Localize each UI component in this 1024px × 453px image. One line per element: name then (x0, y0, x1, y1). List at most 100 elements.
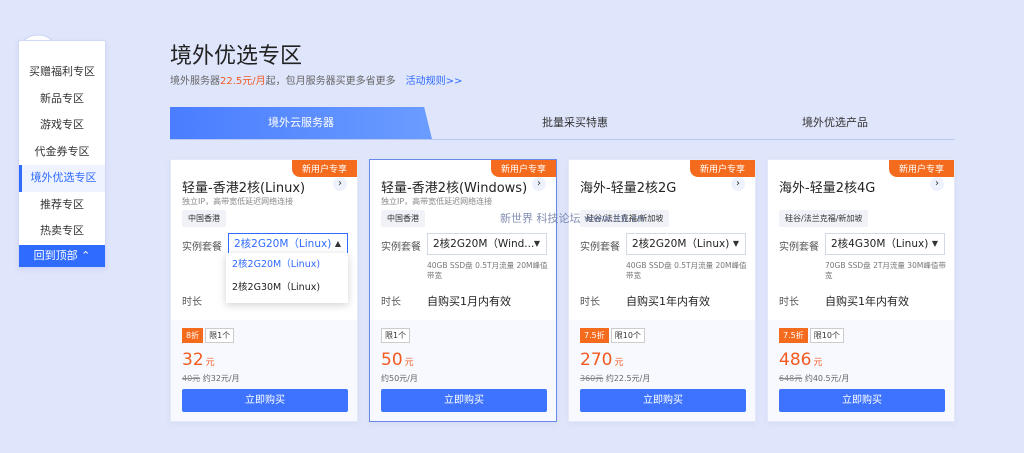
limit-tag: 限1个 (205, 328, 235, 343)
buy-now-button[interactable]: 立即购买 (381, 389, 547, 412)
price: 486 元 (779, 350, 822, 370)
price-value: 486 (779, 350, 812, 370)
spec-label: 实例套餐 (779, 242, 819, 253)
chevron-right-icon[interactable]: › (930, 177, 944, 191)
sidebar-item-voucher[interactable]: 代金券专区 (19, 139, 105, 166)
chevron-up-icon: ⌃ (81, 248, 91, 262)
original-price: 360元 约22.5元/月 (580, 373, 650, 384)
plan-select-value: 2核2G20M（Linux) (234, 238, 332, 250)
duration-value: 自购买1年内有效 (626, 295, 710, 308)
price: 270 元 (580, 350, 623, 370)
page-subtitle: 境外服务器22.5元/月起，包月服务器买更多省更多 活动规则>> (170, 72, 462, 87)
chevron-down-icon: ▼ (931, 239, 938, 248)
original-price: 648元 约40.5元/月 (779, 373, 849, 384)
product-name: 海外-轻量2核2G (580, 181, 677, 196)
discount-tag: 8折 (182, 328, 204, 343)
subtitle-price: 22.5元/月 (220, 76, 266, 87)
product-description: 独立IP，高带宽低延迟网络连接 (182, 197, 294, 206)
duration-label: 时长 (779, 297, 799, 308)
limit-tag: 限10个 (610, 328, 645, 343)
spec-details: 70GB SSD盘 2T月流量 30M峰值带宽 (825, 261, 946, 280)
buy-now-button[interactable]: 立即购买 (182, 389, 348, 412)
region-tag: 硅谷/法兰克福/新加坡 (779, 210, 869, 227)
tag-row: 限1个 (381, 328, 412, 343)
side-nav-items: 买赠福利专区 新品专区 游戏专区 代金券专区 境外优选专区 推荐专区 热卖专区 (19, 41, 105, 245)
spec-label: 实例套餐 (381, 242, 421, 253)
sidebar-item-overseas[interactable]: 境外优选专区 (19, 165, 105, 192)
sidebar-item-game[interactable]: 游戏专区 (19, 112, 105, 139)
discount-tag: 7.5折 (779, 328, 808, 343)
spec-details: 40GB SSD盘 0.5T月流量 20M峰值带宽 (427, 261, 548, 280)
chevron-up-icon: ▲ (334, 239, 341, 248)
subtitle-pre: 境外服务器 (170, 76, 220, 87)
limit-tag: 限1个 (381, 328, 411, 343)
product-card-4: 新用户专享 海外-轻量2核4G › 硅谷/法兰克福/新加坡 实例套餐 2核4G3… (767, 159, 955, 422)
original-price-value: 360元 (580, 374, 604, 383)
discount-tag: 7.5折 (580, 328, 609, 343)
per-month-price: 约50元/月 (381, 374, 418, 383)
category-tabs: 境外云服务器 批量采买特惠 境外优选产品 (170, 107, 955, 140)
dropdown-option[interactable]: 2核2G20M（Linux) (226, 253, 348, 276)
plan-dropdown: 2核2G20M（Linux) 2核2G30M（Linux) (226, 253, 348, 303)
page-title: 境外优选专区 (170, 44, 303, 69)
tag-row: 7.5折 限10个 (779, 328, 846, 343)
side-navigation: 买赠福利专区 新品专区 游戏专区 代金券专区 境外优选专区 推荐专区 热卖专区 … (18, 40, 106, 268)
price-unit: 元 (813, 358, 823, 368)
per-month-price: 约22.5元/月 (605, 374, 651, 383)
product-card-2: 新用户专享 轻量-香港2核(Windows) › 独立IP，高带宽低延迟网络连接… (369, 159, 557, 422)
price: 50 元 (381, 350, 414, 370)
per-month-price: 约40.5元/月 (804, 374, 850, 383)
price-unit: 元 (205, 358, 215, 368)
tag-row: 8折 限1个 (182, 328, 236, 343)
chevron-right-icon[interactable]: › (333, 177, 347, 191)
chevron-right-icon[interactable]: › (731, 177, 745, 191)
original-price: 40元 约32元/月 (182, 373, 240, 384)
dropdown-option[interactable]: 2核2G30M（Linux) (226, 276, 348, 299)
tab-overseas-products[interactable]: 境外优选产品 (715, 107, 955, 139)
back-to-top-label: 回到顶部 (33, 248, 78, 262)
price: 32 元 (182, 350, 215, 370)
tag-row: 7.5折 限10个 (580, 328, 647, 343)
tab-bulk-purchase[interactable]: 批量采买特惠 (455, 107, 695, 139)
new-user-badge: 新用户专享 (689, 160, 755, 177)
plan-select[interactable]: 2核2G20M（Linux) ▲ (228, 233, 348, 255)
price-unit: 元 (404, 358, 414, 368)
buy-now-button[interactable]: 立即购买 (580, 389, 746, 412)
price-value: 270 (580, 350, 613, 370)
chevron-down-icon: ▼ (732, 239, 739, 248)
product-name: 海外-轻量2核4G (779, 181, 876, 196)
duration-value: 自购买1月内有效 (427, 295, 511, 308)
new-user-badge: 新用户专享 (291, 160, 357, 177)
spec-label: 实例套餐 (580, 242, 620, 253)
chevron-down-icon: ▼ (533, 239, 540, 248)
product-name: 轻量-香港2核(Windows) (381, 181, 528, 196)
spec-label: 实例套餐 (182, 242, 222, 253)
tab-overseas-cloud[interactable]: 境外云服务器 (170, 107, 432, 139)
sidebar-item-new[interactable]: 新品专区 (19, 86, 105, 113)
subtitle-post: 起，包月服务器买更多省更多 (265, 76, 396, 87)
watermark: 新世界 科技论坛 www.lt6.cn (500, 212, 645, 225)
plan-select-value: 2核2G20M（Linux) (632, 238, 730, 250)
product-name: 轻量-香港2核(Linux) (182, 181, 306, 196)
sidebar-item-recommend[interactable]: 推荐专区 (19, 192, 105, 219)
chevron-right-icon[interactable]: › (532, 177, 546, 191)
new-user-badge: 新用户专享 (888, 160, 954, 177)
plan-select-value: 2核2G20M（Wind... (433, 238, 535, 250)
duration-label: 时长 (580, 297, 600, 308)
original-price: 约50元/月 (381, 373, 418, 384)
price-value: 32 (182, 350, 204, 370)
original-price-value: 648元 (779, 374, 803, 383)
new-user-badge: 新用户专享 (490, 160, 556, 177)
plan-select[interactable]: 2核4G30M（Linux) ▼ (825, 233, 945, 255)
limit-tag: 限10个 (809, 328, 844, 343)
product-card-3: 新用户专享 海外-轻量2核2G › 硅谷/法兰克福/新加坡 实例套餐 2核2G2… (568, 159, 756, 422)
back-to-top-button[interactable]: 回到顶部 ⌃ (19, 244, 105, 267)
duration-label: 时长 (182, 297, 202, 308)
buy-now-button[interactable]: 立即购买 (779, 389, 945, 412)
plan-select[interactable]: 2核2G20M（Linux) ▼ (626, 233, 746, 255)
plan-select[interactable]: 2核2G20M（Wind... ▼ (427, 233, 547, 255)
region-tag: 中国香港 (182, 210, 226, 227)
activity-rules-link[interactable]: 活动规则>> (406, 76, 463, 87)
sidebar-item-gift[interactable]: 买赠福利专区 (19, 59, 105, 86)
sidebar-item-hot[interactable]: 热卖专区 (19, 218, 105, 245)
